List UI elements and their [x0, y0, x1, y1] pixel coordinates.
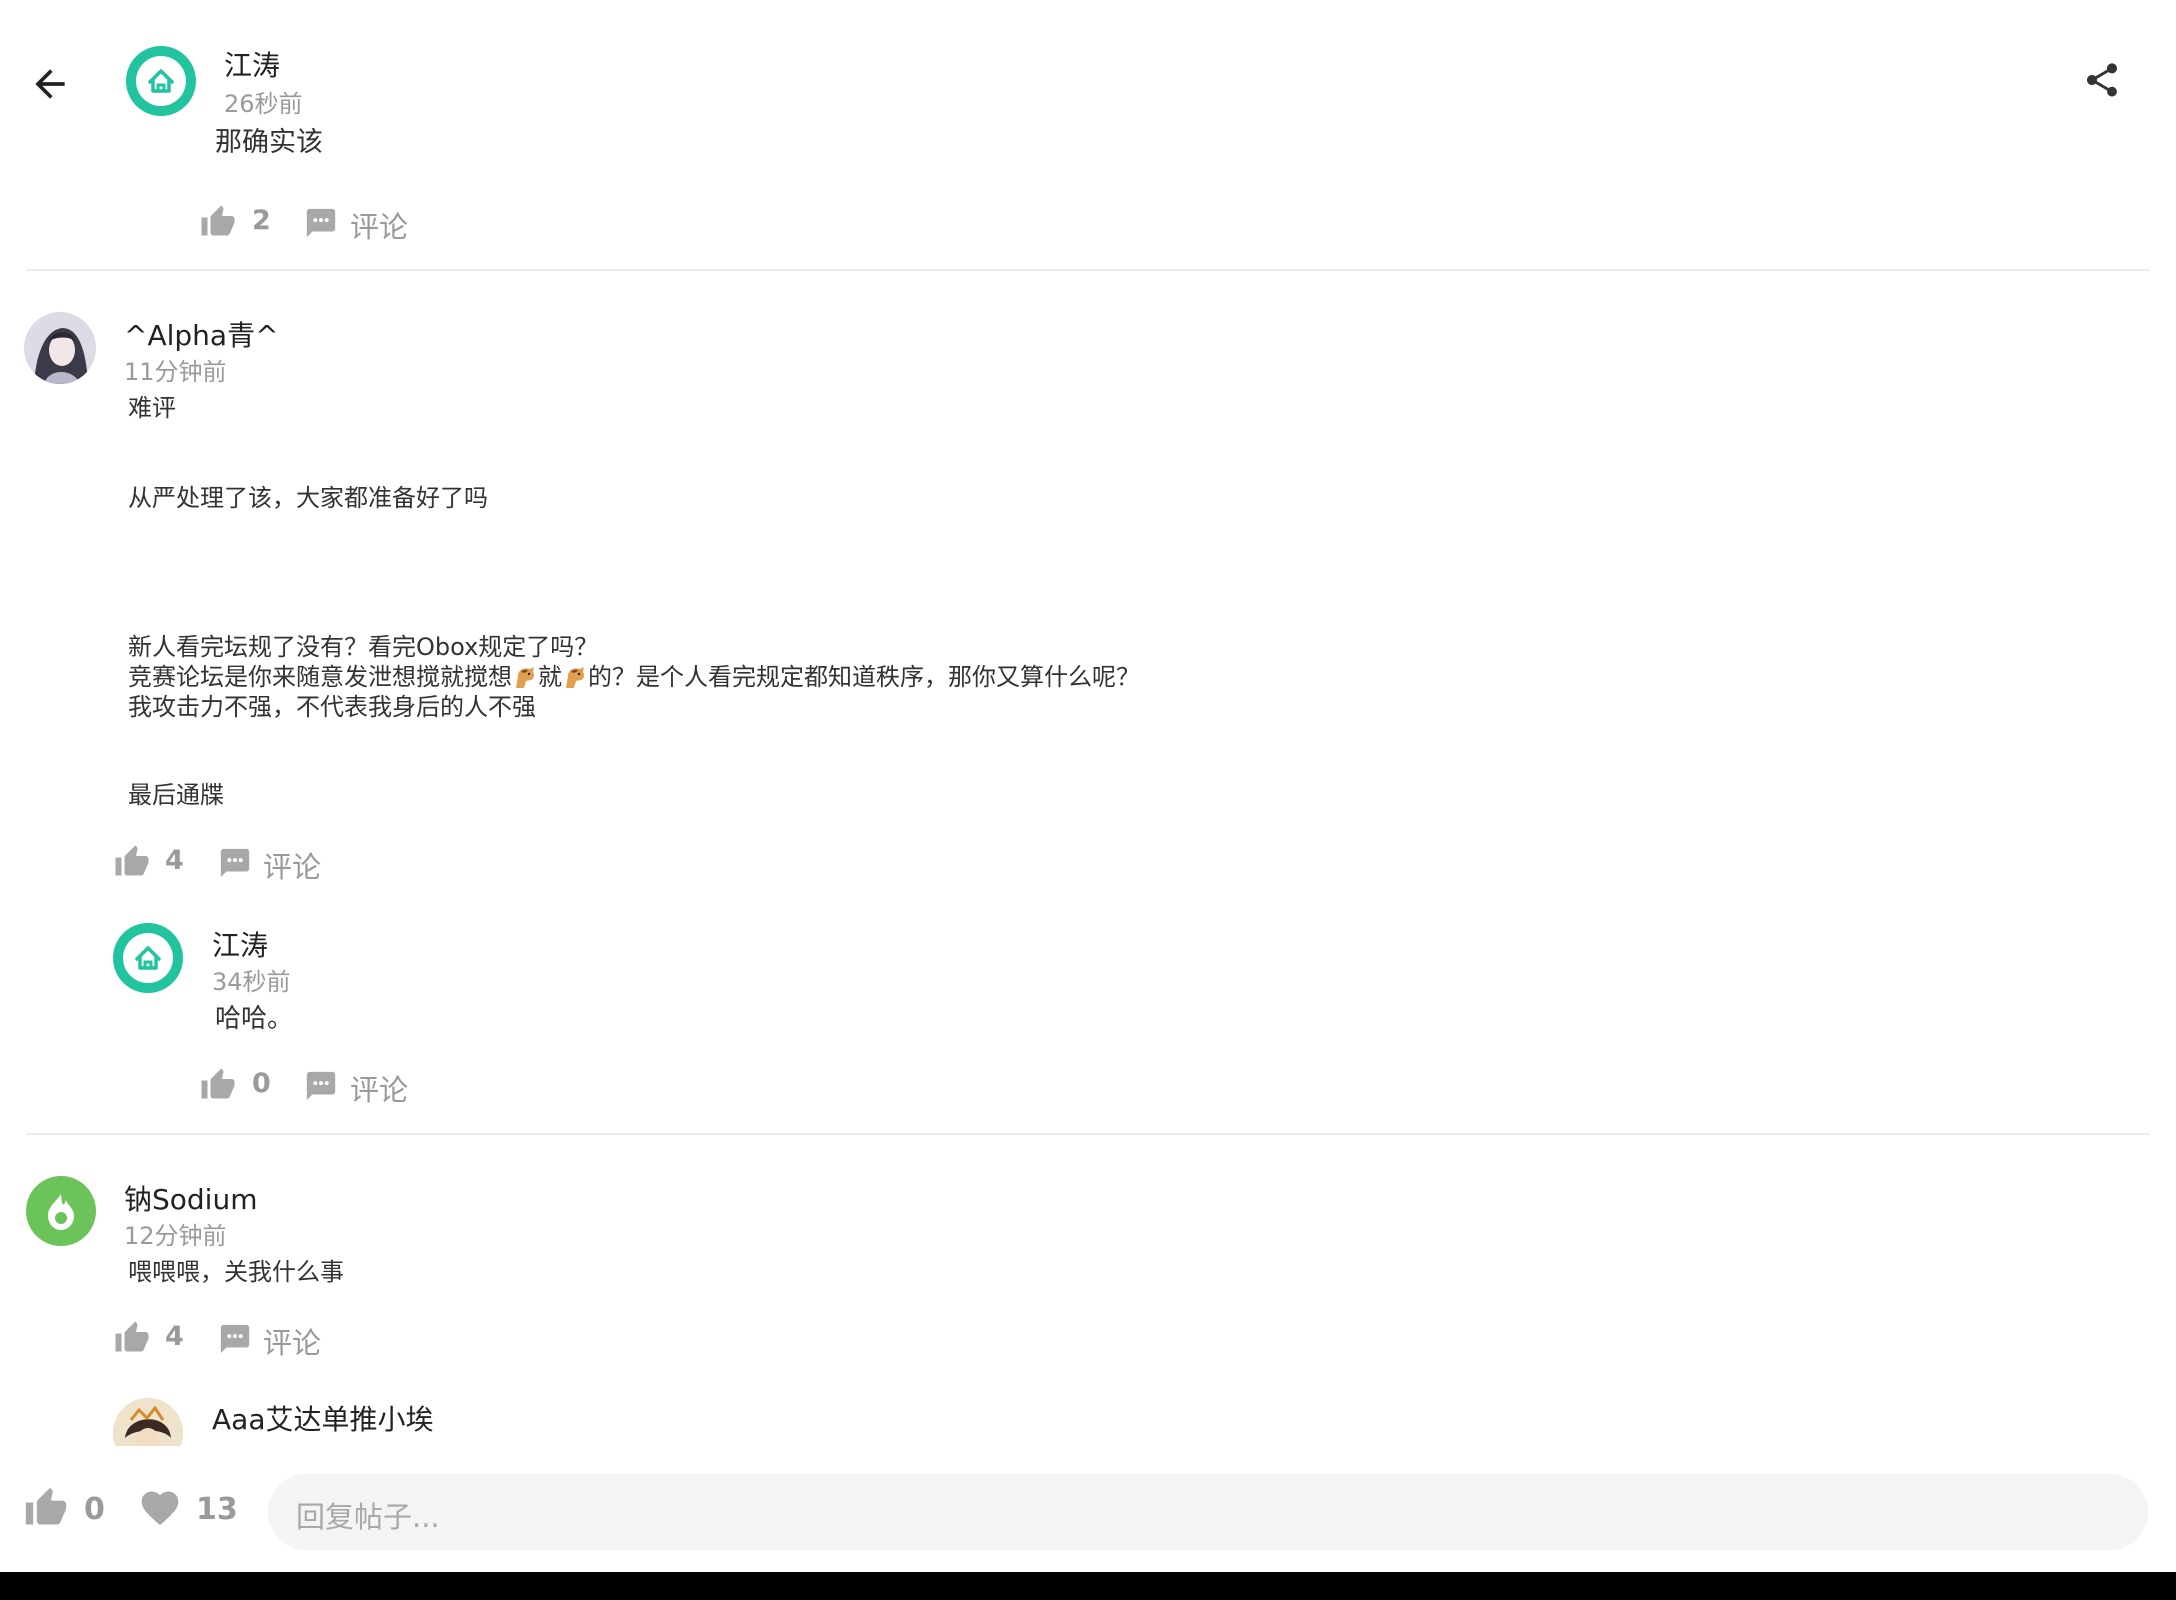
- author-name[interactable]: ^Alpha青^: [124, 314, 279, 354]
- comment-time: 12分钟前: [124, 1222, 227, 1250]
- system-nav-bar: [0, 1572, 2176, 1600]
- comment-line: 我攻击力不强，不代表我身后的人不强: [128, 693, 536, 721]
- comment-line: 从严处理了该，大家都准备好了吗: [128, 484, 488, 512]
- favorite-button[interactable]: 13: [138, 1484, 238, 1532]
- reply-preview: Aaa艾达单推小埃: [0, 1390, 2176, 1446]
- like-count: 4: [165, 1321, 184, 1352]
- avatar[interactable]: [113, 1398, 183, 1446]
- comment-label: 评论: [263, 850, 322, 884]
- comment-line: 难评: [128, 394, 176, 422]
- comment-line: 新人看完坛规了没有？看完Obox规定了吗？: [128, 633, 599, 661]
- comment-icon: [306, 208, 336, 238]
- like-post-button[interactable]: 0: [24, 1484, 108, 1532]
- flame-icon: [48, 1194, 74, 1230]
- author-name[interactable]: 江涛: [212, 924, 268, 964]
- comment-button[interactable]: 评论: [304, 204, 414, 244]
- author-name[interactable]: 钠Sodium: [124, 1178, 257, 1218]
- avatar[interactable]: [26, 1176, 96, 1246]
- post-time: 26秒前: [224, 90, 303, 118]
- home-icon: [148, 69, 174, 93]
- avatar[interactable]: [113, 923, 183, 993]
- share-button[interactable]: [2082, 60, 2122, 100]
- comment-icon: [220, 848, 250, 878]
- horse-emoji-icon: [516, 667, 535, 688]
- arrow-left-icon: [35, 69, 65, 99]
- back-button[interactable]: [28, 62, 72, 106]
- comment-text: 竞赛论坛是你来随意发泄想搅就搅想: [128, 663, 512, 691]
- like-count: 0: [84, 1492, 105, 1527]
- divider: [26, 269, 2150, 271]
- comment-button[interactable]: 评论: [218, 1320, 328, 1360]
- thumbs-up-icon: [115, 845, 149, 876]
- heart-icon: [141, 1491, 179, 1526]
- thumbs-up-icon: [25, 1487, 67, 1525]
- comment-line: 最后通牒: [128, 781, 224, 809]
- reply-content: 哈哈。: [215, 1004, 294, 1034]
- bottom-bar: 0 13 回复帖子...: [0, 1446, 2176, 1572]
- share-icon: [2087, 63, 2117, 97]
- comment-label: 评论: [350, 210, 409, 244]
- home-icon: [135, 946, 161, 970]
- comment-label: 评论: [263, 1326, 322, 1360]
- comment-text: 就: [538, 663, 562, 691]
- horse-emoji-icon: [566, 667, 585, 688]
- like-button[interactable]: 4: [114, 1318, 194, 1358]
- divider: [26, 1133, 2150, 1135]
- like-button[interactable]: 4: [114, 842, 194, 882]
- reply-time: 34秒前: [212, 968, 291, 996]
- thumbs-up-icon: [115, 1321, 149, 1352]
- like-count: 4: [165, 845, 184, 876]
- favorite-count: 13: [196, 1492, 238, 1527]
- anime-avatar-icon: [24, 312, 96, 384]
- author-name[interactable]: Aaa艾达单推小埃: [212, 1398, 433, 1438]
- reply-placeholder: 回复帖子...: [296, 1500, 440, 1534]
- avatar[interactable]: [126, 46, 196, 116]
- thumbs-up-icon: [201, 1068, 235, 1099]
- author-name[interactable]: 江涛: [224, 44, 280, 84]
- like-count: 0: [252, 1068, 271, 1099]
- comment-label: 评论: [350, 1073, 409, 1107]
- comment-time: 11分钟前: [124, 358, 227, 386]
- comment-text: 的？是个人看完规定都知道秩序，那你又算什么呢？: [588, 663, 1140, 691]
- comment-content: 喂喂喂，关我什么事: [128, 1258, 344, 1286]
- like-count: 2: [252, 205, 271, 236]
- comment-icon: [306, 1071, 336, 1101]
- comment-button[interactable]: 评论: [304, 1067, 414, 1107]
- comment-button[interactable]: 评论: [218, 844, 328, 884]
- like-button[interactable]: 2: [200, 202, 280, 242]
- avatar[interactable]: [24, 312, 96, 384]
- comment-line: 竞赛论坛是你来随意发泄想搅就搅想就的？是个人看完规定都知道秩序，那你又算什么呢？: [128, 662, 1140, 692]
- comment-icon: [220, 1324, 250, 1354]
- like-button[interactable]: 0: [200, 1065, 280, 1105]
- thumbs-up-icon: [201, 205, 235, 236]
- post-content: 那确实该: [215, 127, 323, 158]
- reply-input[interactable]: 回复帖子...: [268, 1474, 2148, 1550]
- anime-avatar-icon: [113, 1398, 183, 1446]
